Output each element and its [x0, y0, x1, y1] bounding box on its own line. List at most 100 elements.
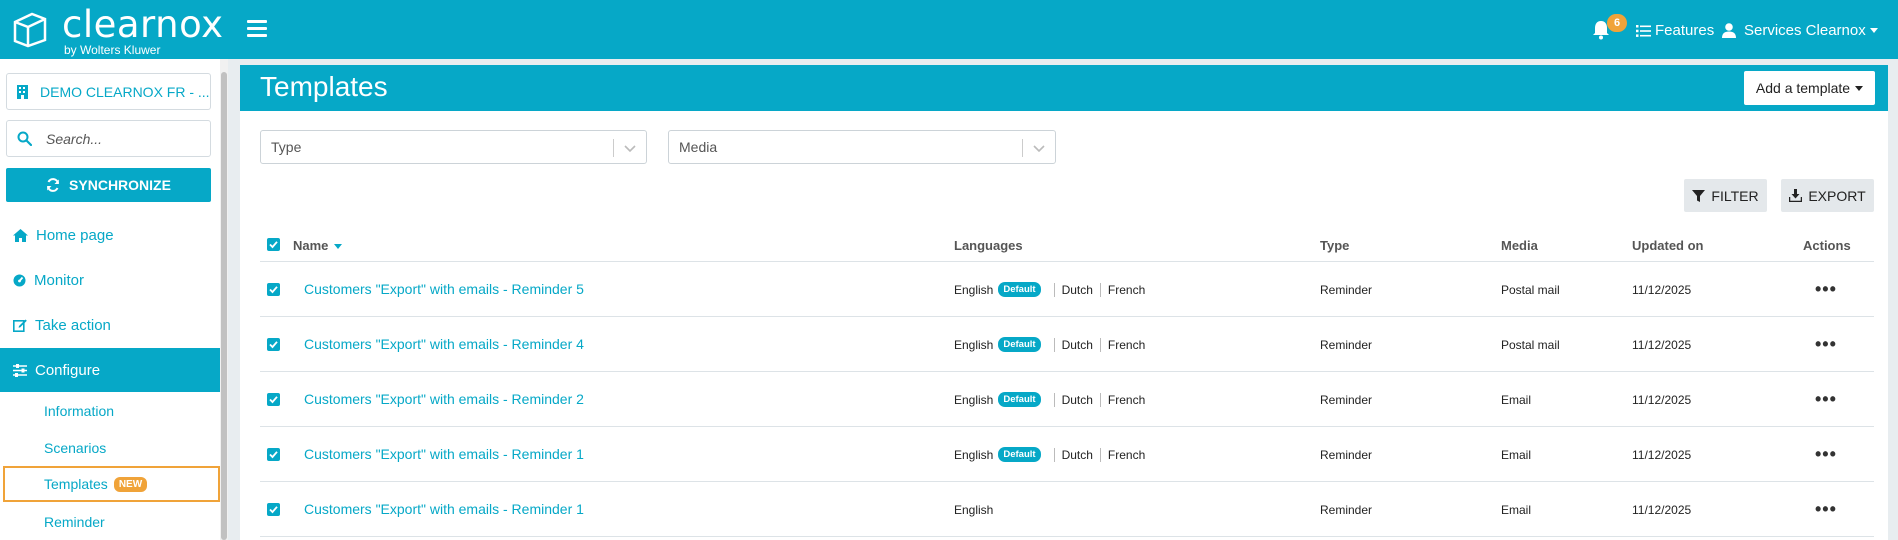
type-filter-select[interactable]: Type: [260, 130, 647, 164]
row-checkbox[interactable]: [267, 503, 280, 516]
row-checkbox[interactable]: [267, 283, 280, 296]
building-icon: [17, 84, 28, 99]
column-header-media: Media: [1501, 238, 1538, 253]
media-cell: Postal mail: [1501, 283, 1560, 297]
default-badge: Default: [998, 447, 1041, 462]
language-label: French: [1107, 447, 1146, 462]
language-label: Dutch: [1061, 447, 1093, 462]
funnel-icon: [1692, 189, 1706, 202]
sidebar-item-take-action[interactable]: Take action: [0, 303, 220, 347]
sidebar-subitem-label: Templates: [44, 476, 108, 492]
export-label: EXPORT: [1808, 187, 1866, 204]
user-name: Services Clearnox: [1744, 22, 1866, 39]
row-divider: [260, 316, 1874, 317]
languages-cell: English Default Dutch French: [954, 447, 1145, 462]
sidebar-item-label: Monitor: [34, 271, 85, 289]
gauge-icon: [13, 274, 26, 286]
sidebar-subitem-templates[interactable]: Templates NEW: [3, 466, 220, 502]
user-icon: [1722, 23, 1736, 38]
column-header-name[interactable]: Name: [293, 238, 343, 253]
column-header-type: Type: [1320, 238, 1350, 253]
chevron-down-icon: [624, 145, 636, 153]
sidebar-item-label: Take action: [35, 316, 111, 334]
type-cell: Reminder: [1320, 283, 1373, 297]
updated-on-cell: 11/12/2025: [1632, 393, 1692, 407]
synchronize-button[interactable]: SYNCHRONIZE: [6, 168, 211, 202]
template-name-link[interactable]: Customers "Export" with emails - Reminde…: [304, 336, 584, 352]
check-icon: [269, 396, 278, 404]
media-cell: Email: [1501, 448, 1532, 462]
sidebar-search[interactable]: [6, 120, 211, 157]
language-label: Dutch: [1061, 282, 1093, 297]
template-name-link[interactable]: Customers "Export" with emails - Reminde…: [304, 501, 584, 517]
template-name-link[interactable]: Customers "Export" with emails - Reminde…: [304, 446, 584, 462]
language-label: English: [954, 503, 994, 517]
row-divider: [260, 536, 1874, 537]
more-actions-icon[interactable]: •••: [1815, 335, 1837, 353]
export-button[interactable]: EXPORT: [1781, 179, 1874, 212]
media-filter-select[interactable]: Media: [668, 130, 1056, 164]
more-actions-icon[interactable]: •••: [1815, 280, 1837, 298]
sort-descending-icon: [334, 244, 343, 250]
updated-on-cell: 11/12/2025: [1632, 503, 1692, 517]
more-actions-icon[interactable]: •••: [1815, 445, 1837, 463]
logo-mark-icon: [13, 12, 47, 48]
company-name: DEMO CLEARNOX FR - ...: [40, 83, 210, 100]
row-divider: [260, 481, 1874, 482]
sidebar-item-configure[interactable]: Configure: [0, 348, 220, 392]
sidebar-subitem-information[interactable]: Information: [0, 393, 220, 429]
type-cell: Reminder: [1320, 338, 1373, 352]
template-name-link[interactable]: Customers "Export" with emails - Reminde…: [304, 391, 584, 407]
synchronize-label: SYNCHRONIZE: [69, 177, 171, 193]
company-selector[interactable]: DEMO CLEARNOX FR - ...: [6, 73, 211, 110]
sidebar-subitem-scenarios[interactable]: Scenarios: [0, 430, 220, 466]
row-checkbox[interactable]: [267, 338, 280, 351]
user-menu[interactable]: Services Clearnox: [1722, 22, 1878, 39]
chevron-down-icon: [1033, 145, 1045, 153]
type-filter-placeholder: Type: [271, 139, 302, 155]
media-cell: Email: [1501, 503, 1532, 517]
media-filter-placeholder: Media: [679, 139, 718, 155]
sliders-icon: [13, 363, 27, 377]
row-divider: [260, 426, 1874, 427]
more-actions-icon[interactable]: •••: [1815, 390, 1837, 408]
header-divider: [260, 261, 1874, 262]
row-checkbox[interactable]: [267, 448, 280, 461]
chevron-down-icon: [1869, 28, 1878, 33]
home-icon: [13, 228, 28, 242]
column-header-languages: Languages: [954, 238, 1023, 253]
column-header-updated-on: Updated on: [1632, 238, 1704, 253]
media-cell: Email: [1501, 393, 1532, 407]
menu-toggle-icon[interactable]: [247, 20, 267, 38]
filter-button[interactable]: FILTER: [1684, 179, 1767, 212]
language-label: English: [954, 447, 994, 462]
brand-name: clearnox: [62, 3, 224, 46]
sidebar-item-monitor[interactable]: Monitor: [0, 258, 220, 302]
sidebar-subitem-label: Scenarios: [44, 440, 107, 456]
updated-on-cell: 11/12/2025: [1632, 448, 1692, 462]
languages-cell: English Default Dutch French: [954, 337, 1145, 352]
more-actions-icon[interactable]: •••: [1815, 500, 1837, 518]
search-input[interactable]: [46, 130, 196, 147]
language-label: French: [1107, 392, 1146, 407]
type-cell: Reminder: [1320, 393, 1373, 407]
features-label: Features: [1655, 22, 1715, 39]
features-menu[interactable]: Features: [1636, 22, 1714, 39]
row-checkbox[interactable]: [267, 393, 280, 406]
type-cell: Reminder: [1320, 448, 1373, 462]
updated-on-cell: 11/12/2025: [1632, 283, 1692, 297]
template-name-link[interactable]: Customers "Export" with emails - Reminde…: [304, 281, 584, 297]
column-header-actions: Actions: [1803, 238, 1851, 253]
sidebar-subitem-reminder[interactable]: Reminder: [0, 504, 220, 540]
languages-cell: English: [954, 503, 993, 517]
add-template-button[interactable]: Add a template: [1744, 71, 1875, 105]
select-all-checkbox[interactable]: [267, 238, 280, 251]
updated-on-cell: 11/12/2025: [1632, 338, 1692, 352]
sidebar-item-home[interactable]: Home page: [0, 213, 220, 257]
search-icon: [17, 131, 32, 146]
language-label: Dutch: [1061, 392, 1093, 407]
clearnox-logo[interactable]: clearnox by Wolters Kluwer: [12, 6, 223, 56]
page-title: Templates: [260, 71, 388, 102]
type-cell: Reminder: [1320, 503, 1373, 517]
sidebar-scrollbar-thumb[interactable]: [221, 72, 227, 540]
